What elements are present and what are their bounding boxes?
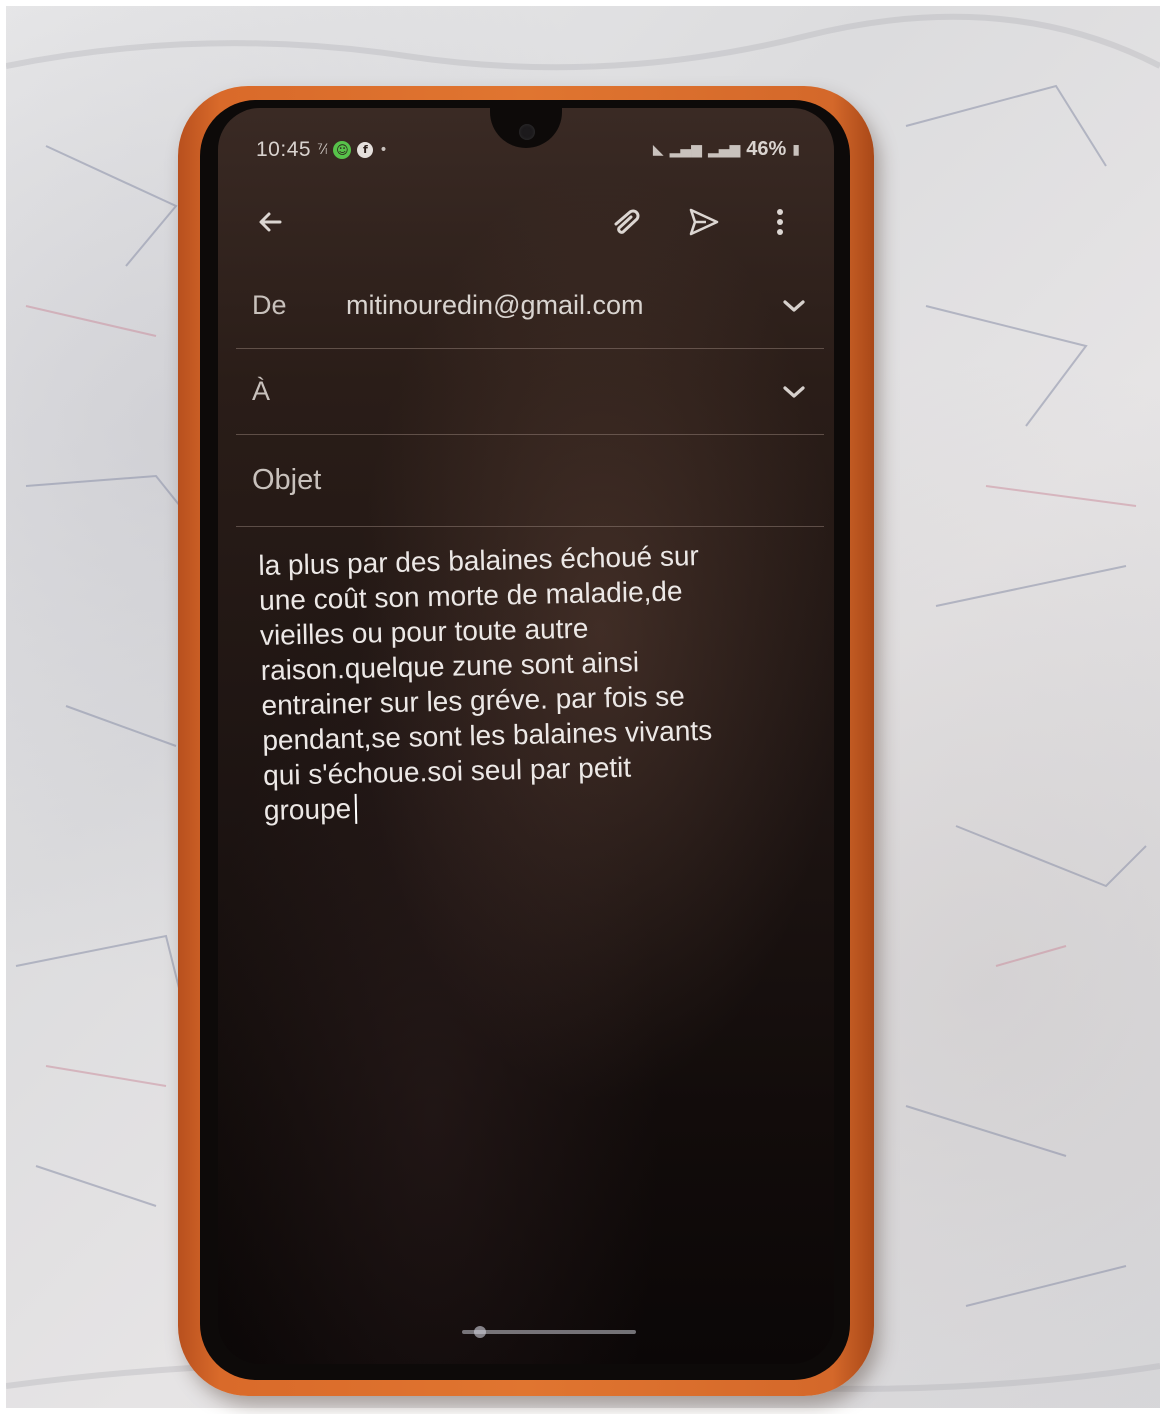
signal-2-icon: ▂▄▆ <box>707 141 741 158</box>
notification-dot-icon: • <box>379 142 388 158</box>
to-field[interactable]: À <box>236 348 824 435</box>
battery-icon: ▮ <box>792 141 800 158</box>
status-bar: 10:45 ⁷⁄ₗ ☺ f • ◣ ▂▄▆ ▂▄▆ 46% ▮ <box>256 138 800 166</box>
from-label: De <box>252 290 287 320</box>
from-field[interactable]: De mitinouredin@gmail.com <box>236 268 824 349</box>
attach-button[interactable] <box>604 200 648 244</box>
to-label: À <box>252 376 271 406</box>
status-time: 10:45 <box>256 138 312 161</box>
email-body-text: la plus par des balaines échoué sur une … <box>258 540 713 826</box>
app-notification-icon: ☺ <box>333 141 352 159</box>
send-button[interactable] <box>682 200 726 244</box>
compose-toolbar <box>218 194 834 250</box>
data-signal-icon: ⁷⁄ₗ <box>317 142 328 158</box>
more-options-button[interactable] <box>758 200 802 244</box>
home-indicator[interactable] <box>462 1330 636 1334</box>
status-left: 10:45 ⁷⁄ₗ ☺ f • <box>256 138 388 162</box>
battery-level: 46% <box>746 138 787 160</box>
home-indicator-dot <box>474 1326 486 1338</box>
more-vert-icon <box>777 209 783 235</box>
mute-icon: ◣ <box>652 141 664 158</box>
phone-screen: 10:45 ⁷⁄ₗ ☺ f • ◣ ▂▄▆ ▂▄▆ 46% ▮ De mitin… <box>218 108 834 1364</box>
back-arrow-icon <box>259 212 282 232</box>
signal-icon: ▂▄▆ <box>669 141 702 158</box>
text-caret <box>354 793 358 824</box>
facebook-icon: f <box>357 142 374 158</box>
attachment-icon <box>614 209 640 234</box>
subject-placeholder: Objet <box>252 464 322 496</box>
back-button[interactable] <box>248 200 292 244</box>
status-right: ◣ ▂▄▆ ▂▄▆ 46% ▮ <box>653 138 800 161</box>
to-chevron-down-icon[interactable] <box>778 376 810 408</box>
email-body[interactable]: la plus par des balaines échoué sur une … <box>258 536 804 828</box>
send-icon <box>689 208 719 236</box>
subject-field[interactable]: Objet <box>236 434 824 527</box>
from-chevron-down-icon[interactable] <box>778 290 810 322</box>
from-value: mitinouredin@gmail.com <box>346 290 644 320</box>
